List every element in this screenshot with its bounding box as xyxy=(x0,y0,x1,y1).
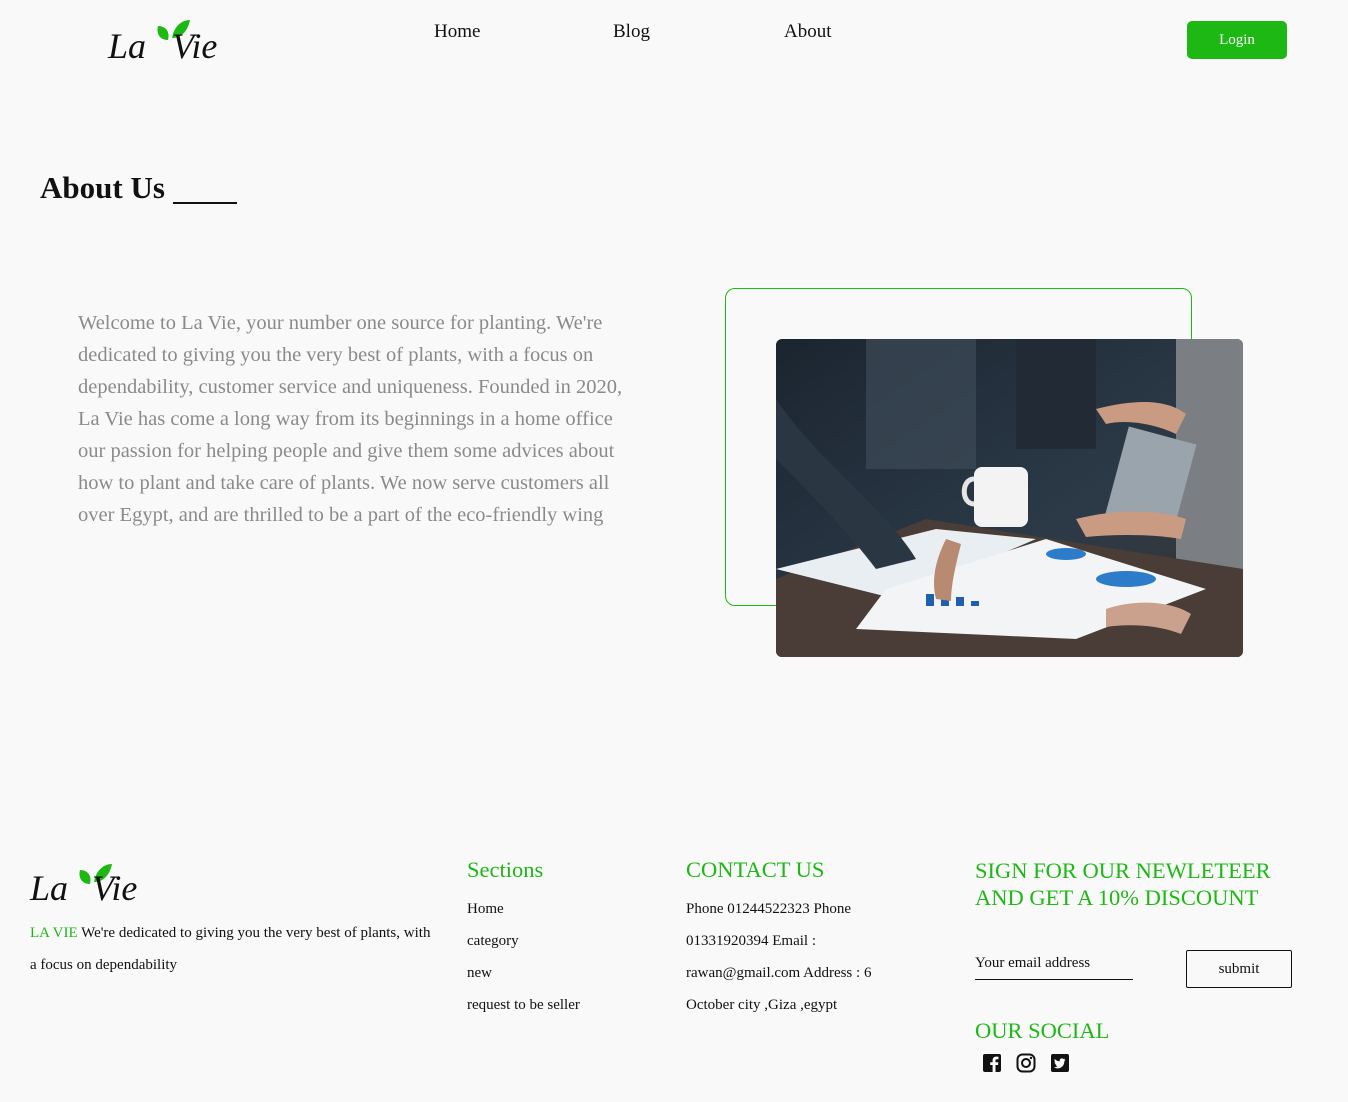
svg-text:La: La xyxy=(29,868,68,908)
svg-text:Vie: Vie xyxy=(92,868,137,908)
team-meeting-photo xyxy=(776,339,1243,657)
footer-link-home[interactable]: Home xyxy=(467,893,580,925)
footer-logo[interactable]: La Vie xyxy=(28,854,154,908)
brand-logo[interactable]: La Vie xyxy=(106,14,236,68)
email-input[interactable] xyxy=(975,947,1133,980)
nav-home[interactable]: Home xyxy=(434,21,480,43)
about-description: Welcome to La Vie, your number one sourc… xyxy=(78,312,623,526)
footer-link-category[interactable]: category xyxy=(467,925,580,957)
sections-list: Home category new request to be seller xyxy=(467,893,580,1021)
login-button[interactable]: Login xyxy=(1187,21,1287,59)
submit-button[interactable]: submit xyxy=(1186,950,1292,988)
footer-desc-text: We're dedicated to giving you the very b… xyxy=(30,925,431,973)
footer-link-request-seller[interactable]: request to be seller xyxy=(467,989,580,1021)
sections-heading: Sections xyxy=(467,857,544,882)
instagram-icon[interactable] xyxy=(1016,1053,1036,1073)
svg-text:La: La xyxy=(107,26,146,66)
title-underline xyxy=(172,202,237,204)
social-heading: OUR SOCIAL xyxy=(975,1018,1110,1043)
contact-heading: CONTACT US xyxy=(686,857,825,882)
page-title: About Us xyxy=(40,170,165,205)
contact-info: Phone 01244522323 Phone 01331920394 Emai… xyxy=(686,901,872,1013)
footer-brand-name: LA VIE xyxy=(30,925,78,941)
twitter-icon[interactable] xyxy=(1050,1053,1070,1073)
newsletter-heading: SIGN FOR OUR NEWLETEER AND GET A 10% DIS… xyxy=(975,858,1271,910)
footer-link-new[interactable]: new xyxy=(467,957,580,989)
nav-about[interactable]: About xyxy=(784,21,832,43)
facebook-icon[interactable] xyxy=(982,1053,1002,1073)
svg-text:Vie: Vie xyxy=(172,26,217,66)
nav-blog[interactable]: Blog xyxy=(613,21,650,43)
footer-description: LA VIE We're dedicated to giving you the… xyxy=(30,917,440,981)
about-heading: About Us xyxy=(40,170,237,206)
